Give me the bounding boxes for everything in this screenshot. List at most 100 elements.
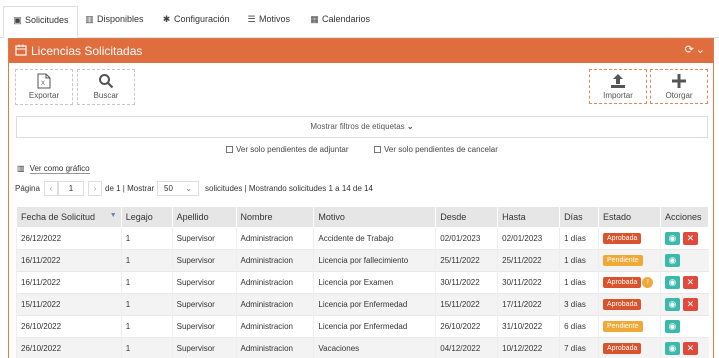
col-header-nombre[interactable]: Nombre [235, 206, 315, 228]
pending-attach-checkbox[interactable]: Ver solo pendientes de adjuntar [226, 145, 349, 154]
svg-text:X: X [41, 81, 45, 87]
page-input[interactable]: 1 [58, 181, 84, 196]
col-header-label: Estado [603, 212, 632, 222]
checkbox-box [226, 146, 233, 153]
page-of-text: de 1 | Mostrar [105, 184, 155, 193]
cell-fecha: 16/11/2022 [16, 249, 122, 272]
cell-apellido: Supervisor [171, 271, 236, 294]
view-eye-icon[interactable]: ◉ [664, 276, 680, 289]
view-eye-icon[interactable]: ◉ [664, 254, 680, 267]
view-eye-icon[interactable]: ◉ [664, 232, 680, 245]
cell-nombre: Administracion [235, 249, 314, 272]
cell-apellido: Supervisor [171, 337, 236, 358]
cell-fecha: 26/12/2022 [16, 227, 122, 250]
tab-solicitudes[interactable]: ▣ Solicitudes [3, 6, 78, 38]
cell-hasta: 30/11/2022 [497, 271, 560, 294]
cell-hasta: 17/11/2022 [497, 293, 560, 316]
table-row[interactable]: 16/11/2022 1 Supervisor Administracion Licen… [16, 271, 709, 294]
col-header-label: Acciones [664, 212, 702, 222]
checkbox-box [374, 146, 381, 153]
requests-table: Fecha de Solicitud ▼ Legajo Apellido Nomb… [16, 206, 710, 358]
table-row[interactable]: 26/10/2022 1 Supervisor Administracion Vacac… [16, 337, 709, 358]
export-button[interactable]: X Exportar [15, 69, 73, 105]
bar-chart-icon: ▥ [17, 164, 25, 173]
col-header-desde[interactable]: Desde [435, 206, 499, 228]
refresh-icon[interactable]: ⟳ [685, 44, 696, 56]
delete-icon[interactable]: ✕ [682, 298, 698, 311]
col-header-hasta[interactable]: Hasta [497, 206, 561, 228]
view-eye-icon[interactable]: ◉ [664, 298, 680, 311]
tag-filters-label: Mostrar filtros de etiquetas [310, 122, 405, 131]
grant-button[interactable]: Otorgar [650, 69, 708, 104]
table-row[interactable]: 16/11/2022 1 Supervisor Administracion Licen… [16, 249, 709, 272]
tab-calendarios[interactable]: ▦ Calendarios [309, 6, 370, 34]
status-badge: Aprobada [603, 277, 642, 289]
tab-configuracion[interactable]: ✱ Configuración [161, 6, 230, 34]
chevron-down-icon[interactable]: ⌄ [696, 44, 707, 56]
panel-header: Licencias Solicitadas ⟳⌄ [9, 39, 713, 63]
cell-acciones: ◉ ✕ [659, 227, 709, 250]
cell-apellido: Supervisor [171, 227, 236, 250]
export-label: Exportar [28, 91, 60, 100]
view-eye-icon[interactable]: ◉ [664, 320, 680, 333]
table-body: 26/12/2022 1 Supervisor Administracion Accid… [16, 227, 709, 358]
panel-title: Licencias Solicitadas [31, 44, 143, 58]
col-header-dias[interactable]: Días [559, 206, 599, 228]
cell-desde: 30/11/2022 [435, 271, 498, 294]
col-header-label: Nombre [240, 212, 273, 222]
cell-fecha: 26/10/2022 [16, 337, 122, 358]
bar-chart-icon: ▥ [85, 14, 94, 24]
cell-estado: Pendiente [598, 315, 661, 338]
cell-acciones: ◉ ✕ [659, 293, 709, 316]
col-header-motivo[interactable]: Motivo [313, 206, 437, 228]
tab-disponibles[interactable]: ▥ Disponibles [84, 6, 143, 34]
cell-desde: 25/11/2022 [435, 249, 498, 272]
delete-icon[interactable]: ✕ [682, 232, 698, 245]
col-header-label: Fecha de Solicitud [21, 212, 96, 222]
table-row[interactable]: 26/12/2022 1 Supervisor Administracion Accid… [16, 227, 709, 250]
pending-cancel-label: Ver solo pendientes de cancelar [384, 145, 498, 154]
import-button[interactable]: Importar [589, 69, 647, 104]
tab-motivos[interactable]: ☰ Motivos [246, 6, 290, 34]
cell-apellido: Supervisor [171, 293, 236, 316]
cell-estado: Aprobada [598, 293, 661, 316]
inbox-icon: ▣ [13, 15, 22, 25]
cell-desde: 15/11/2022 [435, 293, 498, 316]
col-header-fecha[interactable]: Fecha de Solicitud ▼ [16, 206, 122, 228]
page-label: Página [15, 184, 40, 193]
page-size-select[interactable]: 50 ⌄ [157, 181, 199, 196]
cell-apellido: Supervisor [171, 249, 236, 272]
status-badge: Aprobada [603, 233, 642, 244]
pending-cancel-checkbox[interactable]: Ver solo pendientes de cancelar [374, 145, 498, 154]
next-page-button[interactable]: › [88, 181, 102, 196]
warning-icon[interactable]: ! [642, 276, 654, 288]
status-badge: Pendiente [603, 255, 643, 266]
delete-icon[interactable]: ✕ [682, 276, 698, 289]
prev-page-button[interactable]: ‹ [44, 181, 58, 196]
cell-nombre: Administracion [235, 315, 314, 338]
col-header-apellido[interactable]: Apellido [171, 206, 237, 228]
panel-tools: ⟳⌄ [685, 43, 707, 56]
pager-summary: solicitudes | Mostrando solicitudes 1 a … [205, 184, 373, 193]
search-button[interactable]: Buscar [77, 69, 135, 105]
status-badge: Aprobada [603, 299, 642, 310]
col-header-label: Desde [440, 212, 467, 222]
cell-legajo: 1 [120, 337, 173, 358]
tab-label: Solicitudes [25, 15, 69, 25]
licencias-panel: Licencias Solicitadas ⟳⌄ X Exportar Busc… [8, 38, 714, 358]
cell-motivo: Licencia por Examen [313, 271, 436, 294]
cell-hasta: 02/01/2023 [497, 227, 560, 250]
table-row[interactable]: 15/11/2022 1 Supervisor Administracion Licen… [16, 293, 709, 316]
view-as-chart-link[interactable]: ▥ Ver como gráfico [17, 164, 90, 174]
view-eye-icon[interactable]: ◉ [664, 342, 680, 356]
tag-filters-toggle[interactable]: Mostrar filtros de etiquetas ⌄ [16, 116, 708, 138]
col-header-legajo[interactable]: Legajo [120, 206, 173, 228]
cell-hasta: 31/10/2022 [497, 315, 560, 338]
delete-icon[interactable]: ✕ [682, 342, 698, 356]
table-row[interactable]: 26/10/2022 1 Supervisor Administracion Licen… [16, 315, 709, 338]
cell-apellido: Supervisor [171, 315, 236, 338]
col-header-acciones: Acciones [659, 206, 710, 228]
chevron-down-icon: ⌄ [185, 184, 192, 193]
cell-nombre: Administracion [235, 337, 314, 358]
col-header-estado[interactable]: Estado [598, 206, 661, 228]
